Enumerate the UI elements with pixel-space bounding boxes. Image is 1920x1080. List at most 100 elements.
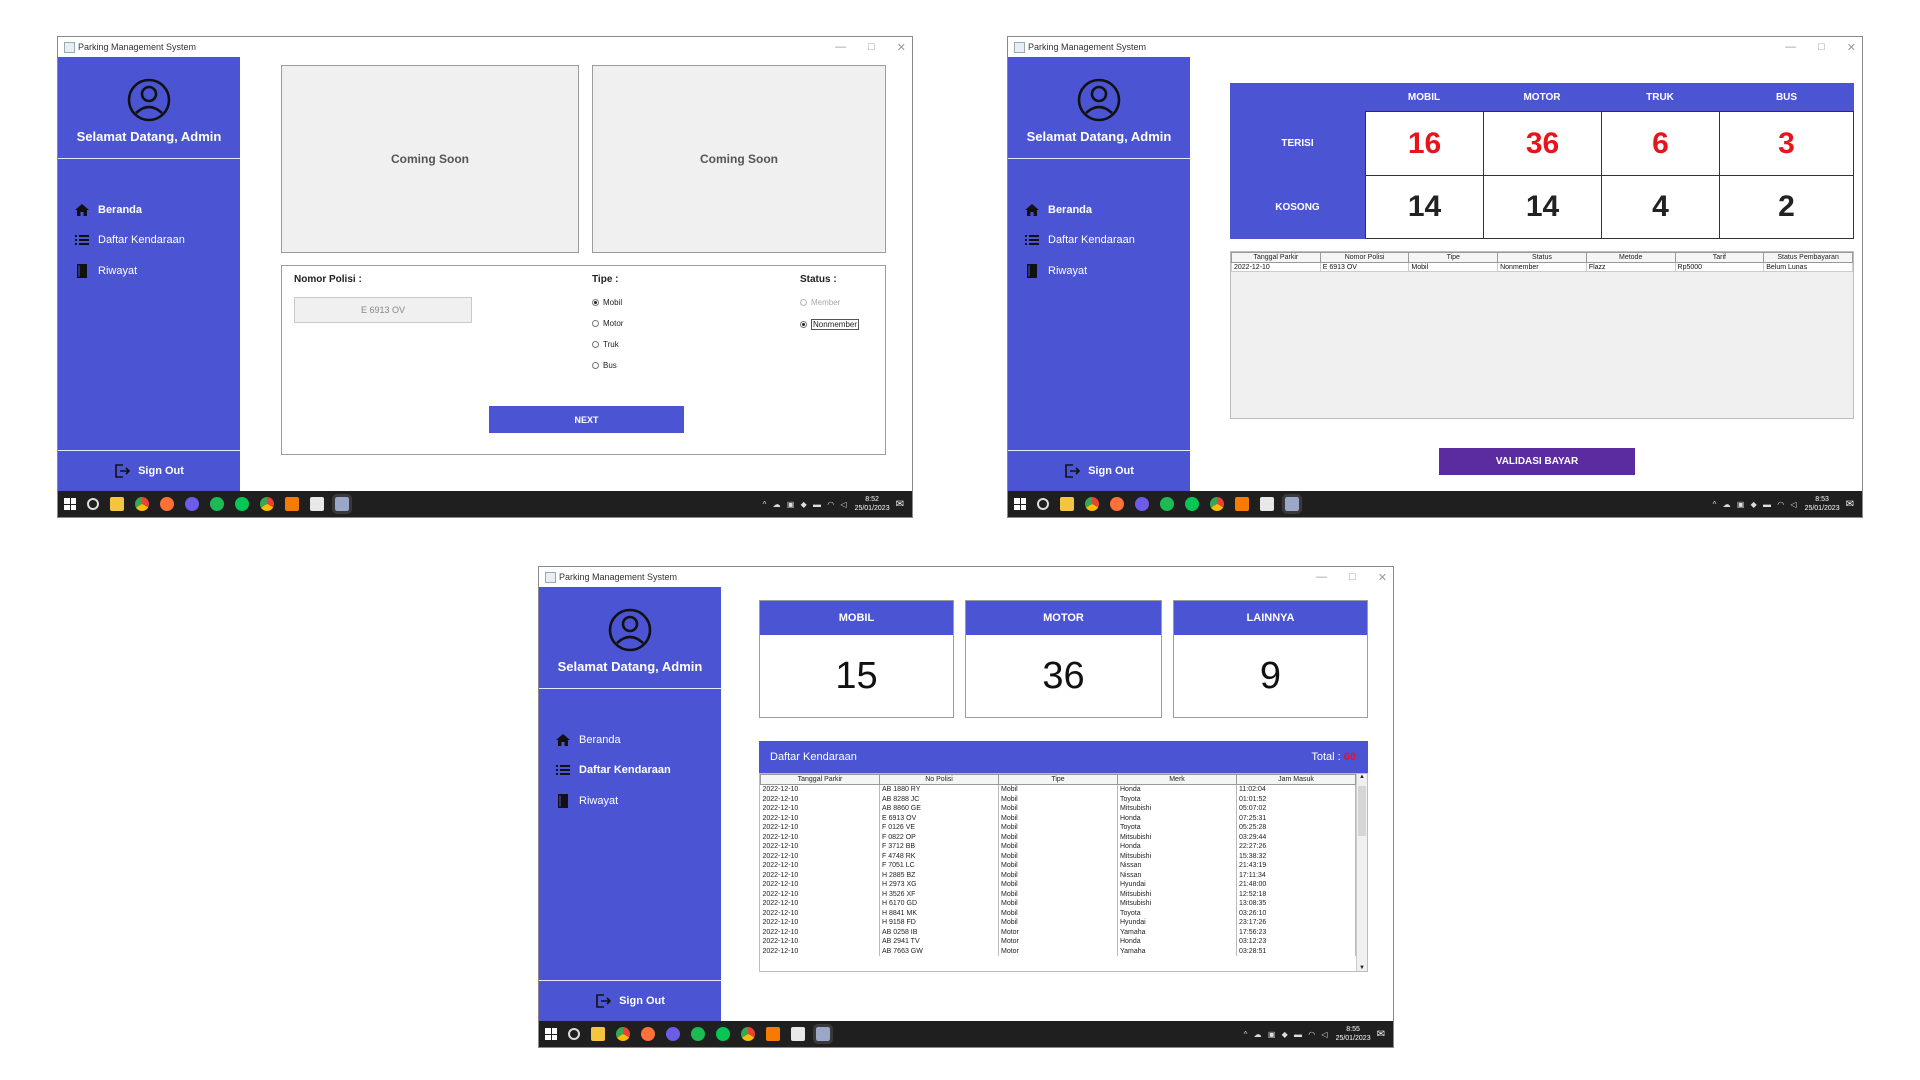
table-cell[interactable]: Hyundai [1117, 918, 1237, 928]
spotify-icon[interactable] [210, 497, 224, 511]
clock[interactable]: 8:53 25/01/2023 [1805, 495, 1840, 513]
table-cell[interactable]: 2022-12-10 [760, 823, 880, 833]
table-cell[interactable]: 2022-12-10 [760, 889, 880, 899]
radio-member[interactable]: Member [800, 298, 840, 307]
discord-icon[interactable] [185, 497, 199, 511]
notification-icon[interactable]: ✉ [1377, 1029, 1385, 1040]
table-cell[interactable]: 2022-12-10 [760, 937, 880, 947]
maximize-icon[interactable]: □ [868, 41, 875, 53]
table-cell[interactable]: Hyundai [1117, 880, 1237, 890]
table-cell[interactable]: Mobil [1408, 262, 1499, 272]
table-header-cell[interactable]: Tarif [1674, 252, 1765, 263]
table-cell[interactable]: AB 0258 IB [879, 927, 999, 937]
table-cell[interactable]: 2022-12-10 [760, 842, 880, 852]
table-row[interactable]: 2022-12-10 E 6913 OV Mobil Nonmember Flazz Rp… [1231, 262, 1853, 272]
line-icon[interactable] [716, 1027, 730, 1041]
table-header-cell[interactable]: Tanggal Parkir [1231, 252, 1321, 263]
table-cell[interactable]: 23:17:26 [1236, 918, 1356, 928]
table-cell[interactable]: Yamaha [1117, 946, 1237, 956]
table-cell[interactable]: Toyota [1117, 823, 1237, 833]
table-cell[interactable]: Mobil [998, 899, 1118, 909]
search-icon[interactable] [87, 498, 99, 510]
table-cell[interactable]: AB 8288 JC [879, 794, 999, 804]
line-icon[interactable] [1185, 497, 1199, 511]
table-cell[interactable]: H 9158 FD [879, 918, 999, 928]
chrome-icon[interactable] [616, 1027, 630, 1041]
table-cell[interactable]: 2022-12-10 [760, 804, 880, 814]
table-row[interactable]: 2022-12-10 H 9158 FD Mobil Hyundai 23:17:26 [760, 918, 1356, 928]
sign-out-button[interactable]: Sign Out [58, 451, 240, 491]
nav-item-daftar-kendaraan[interactable]: Daftar Kendaraan [1024, 233, 1135, 247]
nav-item-beranda[interactable]: Beranda [1024, 203, 1092, 217]
table-cell[interactable]: 11:02:04 [1236, 784, 1356, 795]
table-row[interactable]: 2022-12-10 H 3526 XF Mobil Mitsubishi 12:52:… [760, 889, 1356, 899]
maximize-icon[interactable]: □ [1349, 571, 1356, 583]
table-cell[interactable]: Mobil [998, 784, 1118, 795]
table-cell[interactable]: 2022-12-10 [760, 832, 880, 842]
table-row[interactable]: 2022-12-10 F 3712 BB Mobil Honda 22:27:26 [760, 842, 1356, 852]
table-row[interactable]: 2022-12-10 AB 7663 GW Motor Yamaha 03:28:51 [760, 946, 1356, 956]
table-cell[interactable]: Nissan [1117, 861, 1237, 871]
table-row[interactable]: 2022-12-10 H 2885 BZ Mobil Nissan 17:11:34 [760, 870, 1356, 880]
plate-number-field[interactable]: E 6913 OV [294, 297, 472, 323]
table-header-cell[interactable]: Jam Masuk [1236, 774, 1356, 785]
table-cell[interactable]: 2022-12-10 [760, 880, 880, 890]
scrollbar-thumb[interactable] [1358, 786, 1366, 836]
file-explorer-icon[interactable] [1060, 497, 1074, 511]
table-cell[interactable]: 2022-12-10 [760, 946, 880, 956]
table-cell[interactable]: 2022-12-10 [760, 794, 880, 804]
clock[interactable]: 8:52 25/01/2023 [855, 495, 890, 513]
table-cell[interactable]: Mobil [998, 804, 1118, 814]
table-cell[interactable]: Mobil [998, 861, 1118, 871]
radio-mobil[interactable]: Mobil [592, 298, 622, 307]
table-cell[interactable]: 03:12:23 [1236, 937, 1356, 947]
clock[interactable]: 8:55 25/01/2023 [1336, 1025, 1371, 1043]
table-row[interactable]: 2022-12-10 F 4748 RK Mobil Mitsubishi 15:38:… [760, 851, 1356, 861]
table-cell[interactable]: 12:52:18 [1236, 889, 1356, 899]
table-row[interactable]: 2022-12-10 H 2973 XG Mobil Hyundai 21:48:00 [760, 880, 1356, 890]
chrome-icon[interactable] [135, 497, 149, 511]
chrome-icon[interactable] [1085, 497, 1099, 511]
table-cell[interactable]: Honda [1117, 937, 1237, 947]
table-cell[interactable]: AB 1880 RY [879, 784, 999, 795]
radio-truk[interactable]: Truk [592, 340, 619, 349]
search-icon[interactable] [1037, 498, 1049, 510]
table-cell[interactable]: Mitsubishi [1117, 851, 1237, 861]
chrome-dev-icon[interactable] [741, 1027, 755, 1041]
table-cell[interactable]: Mobil [998, 823, 1118, 833]
table-cell[interactable]: F 0822 OP [879, 832, 999, 842]
table-cell[interactable]: F 0126 VE [879, 823, 999, 833]
table-cell[interactable]: AB 8860 GE [879, 804, 999, 814]
table-cell[interactable]: Honda [1117, 813, 1237, 823]
table-cell[interactable]: Mobil [998, 889, 1118, 899]
chrome-dev-icon[interactable] [260, 497, 274, 511]
file-explorer-icon[interactable] [591, 1027, 605, 1041]
nav-item-beranda[interactable]: Beranda [555, 733, 621, 747]
table-scrollbar[interactable]: ▲ ▼ [1356, 774, 1367, 971]
table-cell[interactable]: Mobil [998, 918, 1118, 928]
notification-icon[interactable]: ✉ [1846, 499, 1854, 510]
table-cell[interactable]: Mitsubishi [1117, 889, 1237, 899]
table-header-cell[interactable]: Merk [1117, 774, 1237, 785]
nav-item-riwayat[interactable]: Riwayat [74, 264, 137, 278]
windows-start-icon[interactable] [64, 498, 76, 510]
table-cell[interactable]: Mitsubishi [1117, 899, 1237, 909]
table-row[interactable]: 2022-12-10 F 7051 LC Mobil Nissan 21:43:19 [760, 861, 1356, 871]
table-cell[interactable]: F 7051 LC [879, 861, 999, 871]
table-cell[interactable]: 15:38:32 [1236, 851, 1356, 861]
spotify-icon[interactable] [691, 1027, 705, 1041]
vehicle-table[interactable]: Tanggal Parkir No Polisi Tipe Merk Jam Masuk… [759, 773, 1368, 972]
table-cell[interactable]: Yamaha [1117, 927, 1237, 937]
table-row[interactable]: 2022-12-10 AB 2941 TV Motor Honda 03:12:23 [760, 937, 1356, 947]
chrome-dev-icon[interactable] [1210, 497, 1224, 511]
xampp-icon[interactable] [766, 1027, 780, 1041]
payment-table[interactable]: Tanggal Parkir Nomor Polisi Tipe Status Meto… [1230, 251, 1854, 419]
notification-icon[interactable]: ✉ [896, 499, 904, 510]
table-cell[interactable]: H 2885 BZ [879, 870, 999, 880]
table-header-cell[interactable]: Nomor Polisi [1319, 252, 1410, 263]
table-row[interactable]: 2022-12-10 AB 1880 RY Mobil Honda 11:02:04 [760, 784, 1356, 795]
system-tray-icons[interactable]: ^ ☁ ▣ ◆ ▬ ◠ ◁ [1713, 500, 1799, 509]
scroll-down-icon[interactable]: ▼ [1357, 965, 1367, 971]
close-icon[interactable]: ✕ [1378, 571, 1387, 584]
table-cell[interactable]: E 6913 OV [1319, 262, 1410, 272]
